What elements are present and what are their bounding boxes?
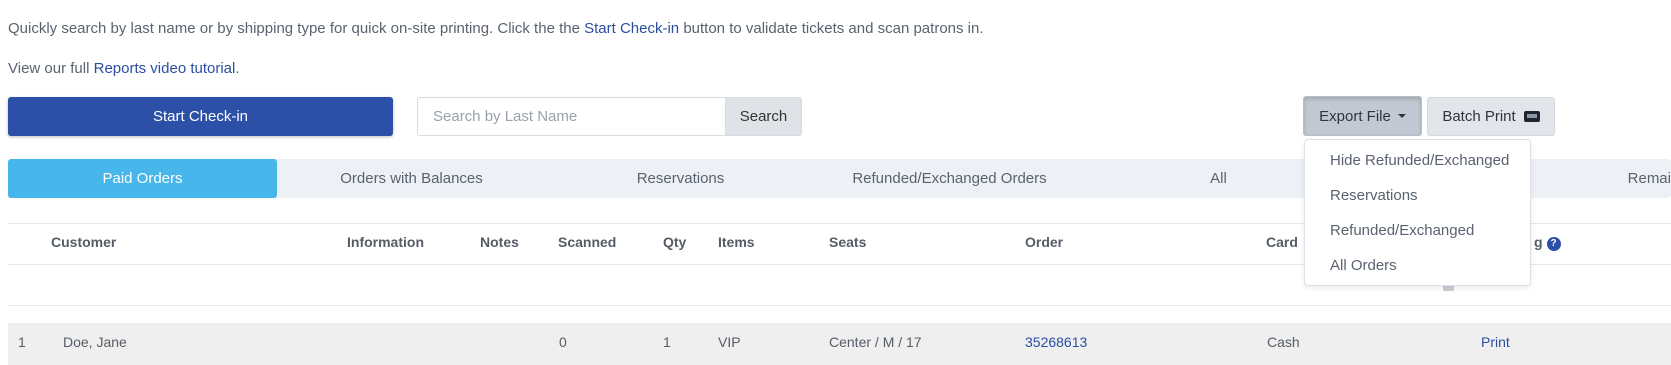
column-header-seats[interactable]: Seats: [829, 234, 866, 250]
filter-row-divider: [8, 305, 1671, 306]
export-file-menu: Hide Refunded/Exchanged Reservations Ref…: [1304, 139, 1531, 286]
column-header-order[interactable]: Order: [1025, 234, 1063, 250]
column-header-customer[interactable]: Customer: [51, 234, 116, 250]
row-number: 1: [18, 334, 26, 350]
menu-item-refunded-exchanged[interactable]: Refunded/Exchanged: [1330, 222, 1474, 239]
row-items: VIP: [718, 334, 741, 350]
row-print-link[interactable]: Print: [1481, 334, 1510, 350]
start-checkin-link[interactable]: Start Check-in: [584, 20, 679, 37]
tab-reservations[interactable]: Reservations: [546, 159, 815, 198]
intro-text: Quickly search by last name or by shippi…: [8, 20, 585, 37]
caret-down-icon: [1397, 114, 1406, 118]
row-order-link[interactable]: 35268613: [1025, 334, 1087, 350]
row-card: Cash: [1267, 334, 1300, 350]
column-header-items[interactable]: Items: [718, 234, 755, 250]
row-qty: 1: [663, 334, 671, 350]
column-header-qty[interactable]: Qty: [663, 234, 686, 250]
row-scanned: 0: [559, 334, 567, 350]
intro-line-checkin: Quickly search by last name or by shippi…: [8, 20, 984, 37]
tab-orders-with-balances[interactable]: Orders with Balances: [277, 159, 546, 198]
row-customer: Doe, Jane: [63, 334, 127, 350]
tutorial-text-end: .: [235, 60, 240, 77]
column-header-information[interactable]: Information: [347, 234, 424, 250]
batch-print-button[interactable]: Batch Print: [1427, 97, 1555, 136]
export-file-button[interactable]: Export File: [1303, 96, 1422, 136]
column-header-shipping[interactable]: g?: [1534, 234, 1561, 251]
printer-icon: [1523, 111, 1540, 122]
menu-item-hide-refunded[interactable]: Hide Refunded/Exchanged: [1330, 152, 1509, 169]
column-header-scanned[interactable]: Scanned: [558, 234, 616, 250]
menu-item-all-orders[interactable]: All Orders: [1330, 257, 1397, 274]
column-header-notes[interactable]: Notes: [480, 234, 519, 250]
row-seats: Center / M / 17: [829, 334, 922, 350]
intro-text-end: button to validate tickets and scan patr…: [679, 20, 984, 37]
filter-control[interactable]: [1443, 286, 1454, 291]
export-file-label: Export File: [1319, 107, 1391, 125]
menu-item-reservations[interactable]: Reservations: [1330, 187, 1418, 204]
start-checkin-button[interactable]: Start Check-in: [8, 97, 393, 136]
tab-paid-orders[interactable]: Paid Orders: [8, 159, 277, 198]
tutorial-text: View our full: [8, 60, 94, 77]
reports-tutorial-link[interactable]: Reports video tutorial: [94, 60, 236, 77]
column-header-shipping-label: g: [1534, 234, 1543, 250]
batch-print-label: Batch Print: [1442, 108, 1516, 125]
tab-refunded-exchanged[interactable]: Refunded/Exchanged Orders: [815, 159, 1084, 198]
help-icon[interactable]: ?: [1546, 237, 1561, 251]
search-button[interactable]: Search: [725, 97, 802, 136]
intro-line-tutorial: View our full Reports video tutorial.: [8, 60, 240, 77]
column-header-card[interactable]: Card: [1266, 234, 1298, 250]
last-name-search-input[interactable]: [417, 97, 725, 136]
